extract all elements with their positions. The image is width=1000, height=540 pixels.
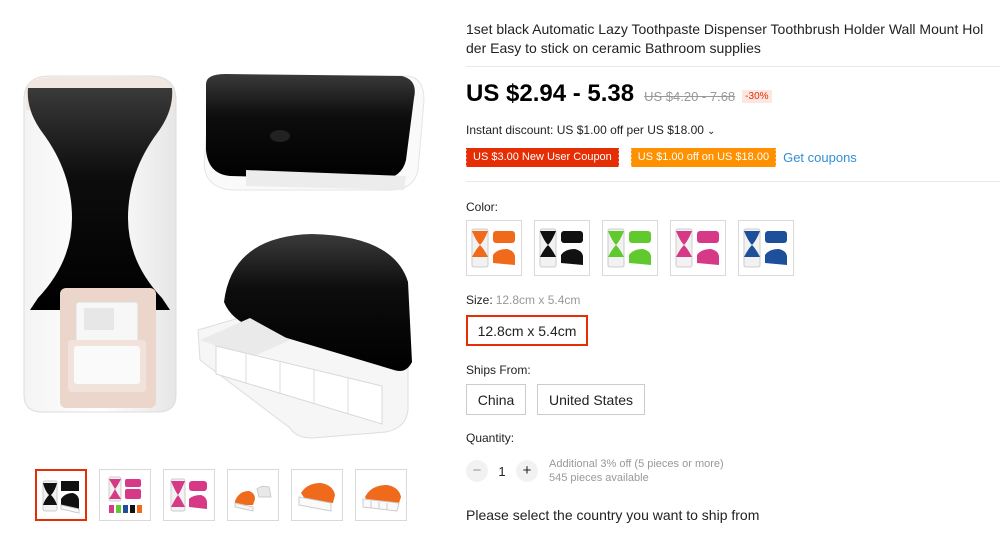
quantity-value[interactable]: 1 xyxy=(488,464,516,479)
get-coupons-link[interactable]: Get coupons xyxy=(783,150,857,165)
quantity-decrease-button[interactable]: − xyxy=(466,460,488,482)
store-coupon[interactable]: US $1.00 off on US $18.00 xyxy=(629,148,777,167)
color-label: Color: xyxy=(466,200,499,214)
product-info-panel: 1set black Automatic Lazy Toothpaste Dis… xyxy=(465,0,1000,540)
new-user-coupon[interactable]: US $3.00 New User Coupon xyxy=(465,148,619,167)
swatch-image xyxy=(471,228,515,268)
quantity-info: Additional 3% off (5 pieces or more) 545… xyxy=(549,457,724,485)
swatch-image xyxy=(675,228,719,268)
thumbnail-5[interactable] xyxy=(291,469,343,521)
color-option-green[interactable] xyxy=(602,220,658,276)
size-label: Size: xyxy=(466,293,493,307)
ship-country-prompt: Please select the country you want to sh… xyxy=(466,507,760,523)
instant-discount[interactable]: Instant discount: US $1.00 off per US $1… xyxy=(466,123,715,137)
thumbnail-3[interactable] xyxy=(163,469,215,521)
size-selected-value: 12.8cm x 5.4cm xyxy=(495,293,581,307)
price-range: US $2.94 - 5.38 xyxy=(466,80,635,107)
original-price: US $4.20 - 7.68 xyxy=(644,89,736,104)
thumbnail-1[interactable] xyxy=(35,469,87,521)
color-option-blue[interactable] xyxy=(738,220,794,276)
color-option-black[interactable] xyxy=(534,220,590,276)
ships-from-china[interactable]: China xyxy=(466,384,526,415)
divider xyxy=(466,66,1000,67)
quantity-increase-button[interactable]: + xyxy=(516,460,538,482)
thumbnail-image xyxy=(234,485,272,512)
holder-cover xyxy=(203,74,425,191)
quantity-label: Quantity: xyxy=(466,431,515,445)
stock-available-text: 545 pieces available xyxy=(549,472,649,484)
swatch-image xyxy=(607,228,651,268)
main-product-image[interactable] xyxy=(10,40,430,450)
discount-badge: -30% xyxy=(742,90,772,103)
thumbnail-6[interactable] xyxy=(355,469,407,521)
color-option-orange[interactable] xyxy=(466,220,522,276)
coupon-row: US $3.00 New User Coupon US $1.00 off on… xyxy=(465,148,857,167)
instant-discount-text: Instant discount: US $1.00 off per US $1… xyxy=(466,123,704,137)
chevron-down-icon: ⌄ xyxy=(706,126,716,137)
size-option-12-8cm[interactable]: 12.8cm x 5.4cm xyxy=(466,315,588,346)
color-option-pink[interactable] xyxy=(670,220,726,276)
thumbnail-image xyxy=(362,485,401,512)
swatch-image xyxy=(539,228,583,268)
thumbnail-image xyxy=(298,483,335,512)
color-swatches xyxy=(466,220,794,276)
thumbnail-image xyxy=(42,480,80,514)
size-label-row: Size: 12.8cm x 5.4cm xyxy=(466,293,580,307)
quantity-stepper: − 1 + Additional 3% off (5 pieces or mor… xyxy=(466,457,724,485)
ships-from-united-states[interactable]: United States xyxy=(537,384,645,415)
swatch-image xyxy=(743,228,787,268)
ships-from-label: Ships From: xyxy=(466,363,531,377)
thumbnail-strip xyxy=(35,469,407,521)
bulk-discount-text: Additional 3% off (5 pieces or more) xyxy=(549,458,724,470)
product-title: 1set black Automatic Lazy Toothpaste Dis… xyxy=(466,21,984,56)
product-gallery xyxy=(0,0,440,540)
price-row: US $2.94 - 5.38 US $4.20 - 7.68 -30% xyxy=(466,80,772,108)
brush-holder xyxy=(197,234,412,439)
thumbnail-4[interactable] xyxy=(227,469,279,521)
dispenser-body xyxy=(23,75,177,413)
thumbnail-image xyxy=(170,478,207,512)
thumbnail-2[interactable] xyxy=(99,469,151,521)
thumbnail-image xyxy=(108,476,142,513)
divider xyxy=(466,181,1000,182)
